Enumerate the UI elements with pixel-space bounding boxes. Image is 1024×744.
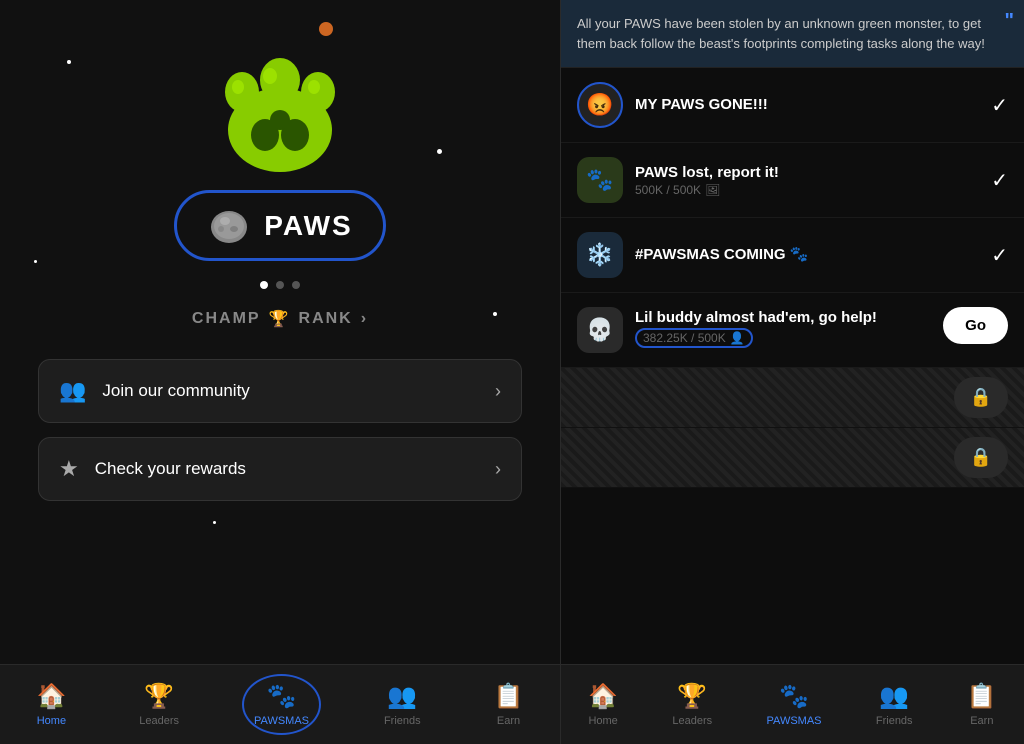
go-label: Go: [965, 317, 986, 334]
action-buttons: 👥 Join our community › ★ Check your rewa…: [28, 359, 532, 501]
nav-earn-left[interactable]: 📋 Earn: [484, 676, 534, 733]
task-check-1: ✓: [991, 93, 1008, 118]
rock-icon: [207, 203, 252, 248]
right-bottom-nav: 🏠 Home 🏆 Leaders 🐾 PAWSMAS 👥 Friends 📋 E…: [561, 664, 1024, 744]
left-panel: PAWS CHAMP 🏆 RANK › 👥 Join our community…: [0, 0, 560, 744]
right-panel: All your PAWS have been stolen by an unk…: [560, 0, 1024, 744]
left-bottom-nav: 🏠 Home 🏆 Leaders 🐾 PAWSMAS 👥 Friends 📋 E…: [0, 664, 560, 744]
home-icon-right: 🏠: [588, 682, 618, 711]
pawsmas-icon-right: 🐾: [779, 682, 809, 711]
earn-label: Earn: [497, 715, 520, 727]
task-progress-2: 500K / 500K: [635, 183, 701, 197]
tasks-list: 😡 MY PAWS GONE!!! ✓ 🐾 PAWS lost, report …: [561, 68, 1024, 664]
home-icon: 🏠: [36, 682, 66, 711]
task-sub-icon-2: 🖼: [705, 183, 720, 197]
locked-button-1[interactable]: 🔒: [954, 377, 1008, 418]
task-title-2: PAWS lost, report it!: [635, 164, 979, 181]
nav-earn-right[interactable]: 📋 Earn: [957, 676, 1007, 733]
dot-2[interactable]: [276, 281, 284, 289]
community-chevron: ›: [495, 381, 501, 402]
task-sub-4: 382.25K / 500K 👤: [635, 328, 931, 348]
community-button[interactable]: 👥 Join our community ›: [38, 359, 522, 423]
task-item-4: 💀 Lil buddy almost had'em, go help! 382.…: [561, 293, 1024, 368]
task-icon-snowflake: ❄️: [577, 232, 623, 278]
locked-row-2: 🔒: [561, 428, 1024, 488]
slide-dots: [260, 281, 300, 289]
left-main: PAWS CHAMP 🏆 RANK › 👥 Join our community…: [0, 0, 560, 664]
nav-friends-left[interactable]: 👥 Friends: [374, 676, 431, 733]
task-item-3: ❄️ #PAWSMAS COMING 🐾 ✓: [561, 218, 1024, 293]
nav-home-right[interactable]: 🏠 Home: [578, 676, 628, 733]
nav-pawsmas-left[interactable]: 🐾 PAWSMAS: [242, 674, 321, 735]
locked-row-1: 🔒: [561, 368, 1024, 428]
rank-trophy: 🏆: [269, 309, 291, 329]
task-item-2: 🐾 PAWS lost, report it! 500K / 500K 🖼 ✓: [561, 143, 1024, 218]
leaders-label-right: Leaders: [672, 715, 712, 727]
go-button-wrapper: Go: [943, 307, 1008, 344]
nav-pawsmas-right[interactable]: 🐾 PAWSMAS: [757, 676, 832, 733]
nav-home-left[interactable]: 🏠 Home: [26, 676, 76, 733]
task-icon-angry: 😡: [577, 82, 623, 128]
task-title-3: #PAWSMAS COMING 🐾: [635, 245, 979, 263]
quote-mark: ": [1005, 6, 1014, 36]
pawsmas-label: PAWSMAS: [254, 715, 309, 727]
task-icon-paws: 🐾: [577, 157, 623, 203]
earn-icon-right: 📋: [967, 682, 997, 711]
rank-label: CHAMP: [192, 310, 261, 328]
paws-title: PAWS: [264, 210, 352, 242]
paw-logo: [200, 30, 360, 180]
task-check-2: ✓: [991, 168, 1008, 193]
paws-badge: PAWS: [174, 190, 385, 261]
task-content-1: MY PAWS GONE!!!: [635, 96, 979, 115]
nav-leaders-left[interactable]: 🏆 Leaders: [129, 676, 189, 733]
task-content-3: #PAWSMAS COMING 🐾: [635, 245, 979, 265]
friends-label-right: Friends: [876, 715, 913, 727]
pawsmas-label-right: PAWSMAS: [767, 715, 822, 727]
home-label: Home: [37, 715, 66, 727]
task-sub-icon-4: 👤: [730, 331, 745, 345]
task-icon-skull: 💀: [577, 307, 623, 353]
leaders-label: Leaders: [139, 715, 179, 727]
dot-1[interactable]: [260, 281, 268, 289]
rank-row[interactable]: CHAMP 🏆 RANK ›: [192, 309, 368, 329]
story-banner: All your PAWS have been stolen by an unk…: [561, 0, 1024, 68]
locked-button-2[interactable]: 🔒: [954, 437, 1008, 478]
friends-icon-right: 👥: [879, 682, 909, 711]
community-label: Join our community: [102, 381, 249, 401]
rewards-icon: ★: [59, 456, 79, 482]
task-content-2: PAWS lost, report it! 500K / 500K 🖼: [635, 164, 979, 197]
rewards-button[interactable]: ★ Check your rewards ›: [38, 437, 522, 501]
task-content-4: Lil buddy almost had'em, go help! 382.25…: [635, 307, 931, 348]
rank-chevron: ›: [361, 310, 368, 328]
task-item: 😡 MY PAWS GONE!!! ✓: [561, 68, 1024, 143]
nav-leaders-right[interactable]: 🏆 Leaders: [662, 676, 722, 733]
home-label-right: Home: [588, 715, 617, 727]
task-title-1: MY PAWS GONE!!!: [635, 96, 979, 113]
community-icon: 👥: [59, 378, 86, 404]
leaders-icon-right: 🏆: [677, 682, 707, 711]
leaders-icon: 🏆: [144, 682, 174, 711]
dot-3[interactable]: [292, 281, 300, 289]
task-sub-2: 500K / 500K 🖼: [635, 183, 979, 197]
rewards-chevron: ›: [495, 459, 501, 480]
go-button[interactable]: Go: [943, 307, 1008, 344]
earn-label-right: Earn: [970, 715, 993, 727]
task-check-3: ✓: [991, 243, 1008, 268]
friends-label: Friends: [384, 715, 421, 727]
nav-friends-right[interactable]: 👥 Friends: [866, 676, 923, 733]
rank-suffix: RANK: [299, 310, 353, 328]
friends-icon: 👥: [387, 682, 417, 711]
pawsmas-icon: 🐾: [267, 682, 297, 711]
task-title-4: Lil buddy almost had'em, go help!: [635, 309, 931, 326]
earn-icon: 📋: [494, 682, 524, 711]
task-progress-4: 382.25K / 500K: [643, 331, 726, 345]
story-text: All your PAWS have been stolen by an unk…: [577, 16, 985, 51]
rewards-label: Check your rewards: [95, 459, 246, 479]
